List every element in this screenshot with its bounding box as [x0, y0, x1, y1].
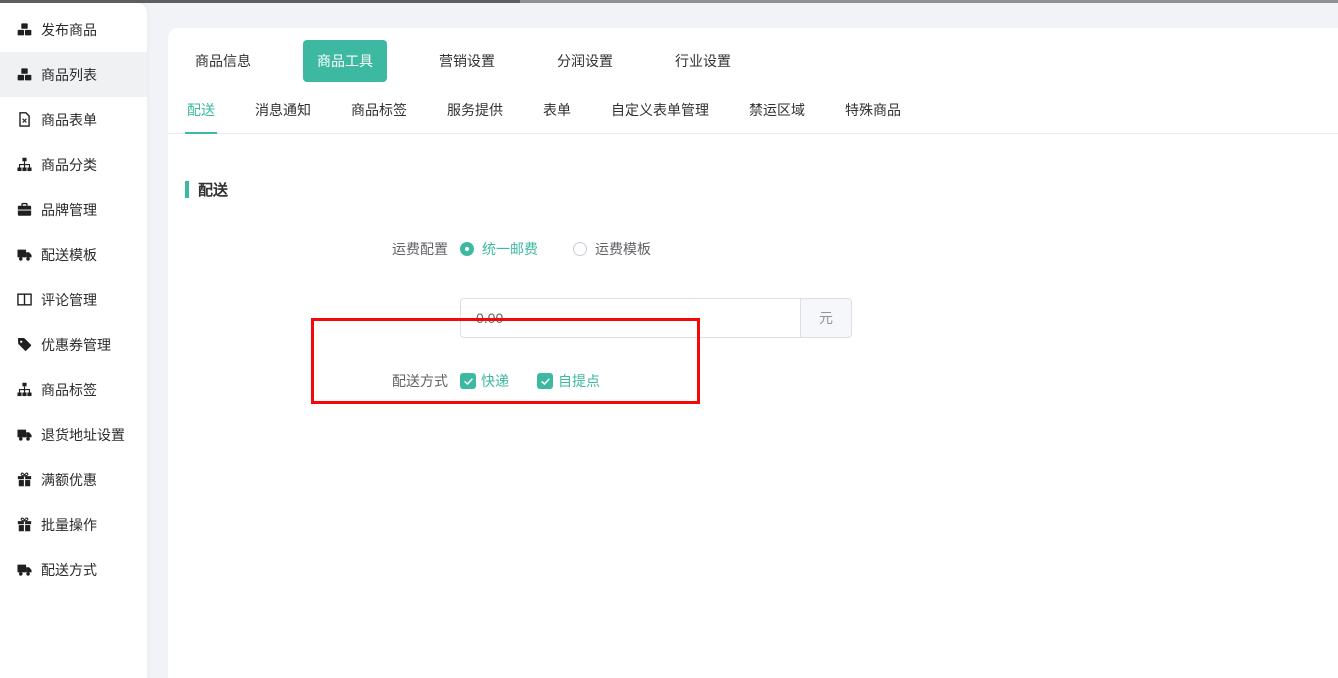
checkbox-checked-icon [460, 373, 476, 389]
checkbox-label: 自提点 [558, 371, 600, 391]
sidebar-item-label: 优惠券管理 [41, 335, 111, 355]
truck-icon [17, 247, 32, 262]
sidebar-item-batch-operation[interactable]: 批量操作 [0, 502, 147, 547]
briefcase-icon [17, 202, 32, 217]
tag-icon [17, 337, 32, 352]
sidebar-item-comment-management[interactable]: 评论管理 [0, 277, 147, 322]
subtab-custom-form-management[interactable]: 自定义表单管理 [609, 96, 711, 133]
checkbox-label: 快递 [481, 371, 509, 391]
tab-product-tools[interactable]: 商品工具 [303, 40, 387, 82]
subtab-service-provision[interactable]: 服务提供 [445, 96, 505, 133]
delivery-method-label: 配送方式 [168, 371, 448, 391]
sidebar-item-product-list[interactable]: 商品列表 [0, 52, 147, 97]
sidebar-item-label: 商品列表 [41, 65, 97, 85]
tab-product-info[interactable]: 商品信息 [185, 51, 261, 71]
subtab-restricted-area[interactable]: 禁运区域 [747, 96, 807, 133]
content-card: 商品信息 商品工具 营销设置 分润设置 行业设置 配送 消息通知 商品标签 服务… [168, 28, 1338, 678]
checkbox-express[interactable]: 快递 [460, 371, 509, 391]
cubes-icon [17, 22, 32, 37]
main-tabs: 商品信息 商品工具 营销设置 分润设置 行业设置 [168, 28, 1338, 82]
sitemap-icon [17, 157, 32, 172]
tab-marketing-settings[interactable]: 营销设置 [429, 51, 505, 71]
gift-icon [17, 517, 32, 532]
sidebar-item-label: 评论管理 [41, 290, 97, 310]
freight-config-row: 运费配置 统一邮费 运费模板 [168, 239, 1338, 259]
checkbox-pickup-point[interactable]: 自提点 [537, 371, 600, 391]
sidebar-item-label: 满额优惠 [41, 470, 97, 490]
radio-selected-icon [460, 242, 474, 256]
subtab-special-products[interactable]: 特殊商品 [843, 96, 903, 133]
file-x-icon [17, 112, 32, 127]
delivery-method-row: 配送方式 快递 自提点 [168, 371, 1338, 391]
checkbox-checked-icon [537, 373, 553, 389]
freight-config-label: 运费配置 [168, 239, 448, 259]
sidebar-item-product-category[interactable]: 商品分类 [0, 142, 147, 187]
subtab-delivery[interactable]: 配送 [185, 96, 217, 134]
sidebar: 发布商品 商品列表 商品表单 商品分类 品牌管理 配送模板 评论管理 优惠券管 [0, 3, 147, 678]
sub-tabs: 配送 消息通知 商品标签 服务提供 表单 自定义表单管理 禁运区域 特殊商品 [168, 82, 1338, 134]
radio-label: 统一邮费 [482, 239, 538, 259]
sidebar-item-return-address-settings[interactable]: 退货地址设置 [0, 412, 147, 457]
sidebar-item-product-tags[interactable]: 商品标签 [0, 367, 147, 412]
fee-input-row: 元 [168, 259, 1338, 338]
radio-label: 运费模板 [595, 239, 651, 259]
truck-icon [17, 427, 32, 442]
sidebar-item-full-amount-discount[interactable]: 满额优惠 [0, 457, 147, 502]
radio-freight-template[interactable]: 运费模板 [573, 239, 651, 259]
section-title: 配送 [185, 179, 1338, 200]
sidebar-item-label: 商品分类 [41, 155, 97, 175]
postage-fee-input[interactable] [460, 298, 800, 338]
sidebar-item-label: 配送方式 [41, 560, 97, 580]
section-title-text: 配送 [198, 179, 228, 200]
sidebar-item-product-form[interactable]: 商品表单 [0, 97, 147, 142]
sidebar-item-label: 退货地址设置 [41, 425, 125, 445]
sidebar-item-label: 商品表单 [41, 110, 97, 130]
sitemap-icon [17, 382, 32, 397]
sidebar-item-label: 发布商品 [41, 20, 97, 40]
sidebar-item-label: 商品标签 [41, 380, 97, 400]
cubes-icon [17, 67, 32, 82]
sidebar-item-label: 批量操作 [41, 515, 97, 535]
subtab-form[interactable]: 表单 [541, 96, 573, 133]
subtab-message-notification[interactable]: 消息通知 [253, 96, 313, 133]
sidebar-item-delivery-method[interactable]: 配送方式 [0, 547, 147, 592]
sidebar-item-brand-management[interactable]: 品牌管理 [0, 187, 147, 232]
sidebar-item-delivery-template[interactable]: 配送模板 [0, 232, 147, 277]
check-icon [463, 376, 474, 387]
currency-unit-suffix: 元 [800, 298, 852, 338]
tab-industry-settings[interactable]: 行业设置 [665, 51, 741, 71]
radio-unselected-icon [573, 242, 587, 256]
top-border [0, 0, 1338, 3]
accent-bar [185, 181, 189, 198]
subtab-product-tags[interactable]: 商品标签 [349, 96, 409, 133]
check-icon [540, 376, 551, 387]
sidebar-item-label: 品牌管理 [41, 200, 97, 220]
sidebar-item-publish-product[interactable]: 发布商品 [0, 7, 147, 52]
tab-profit-settings[interactable]: 分润设置 [547, 51, 623, 71]
sidebar-item-label: 配送模板 [41, 245, 97, 265]
truck-icon [17, 562, 32, 577]
columns-icon [17, 292, 32, 307]
page: 发布商品 商品列表 商品表单 商品分类 品牌管理 配送模板 评论管理 优惠券管 [0, 0, 1338, 678]
sidebar-item-coupon-management[interactable]: 优惠券管理 [0, 322, 147, 367]
delivery-form: 运费配置 统一邮费 运费模板 元 [168, 239, 1338, 391]
gift-icon [17, 472, 32, 487]
radio-unified-postage[interactable]: 统一邮费 [460, 239, 538, 259]
